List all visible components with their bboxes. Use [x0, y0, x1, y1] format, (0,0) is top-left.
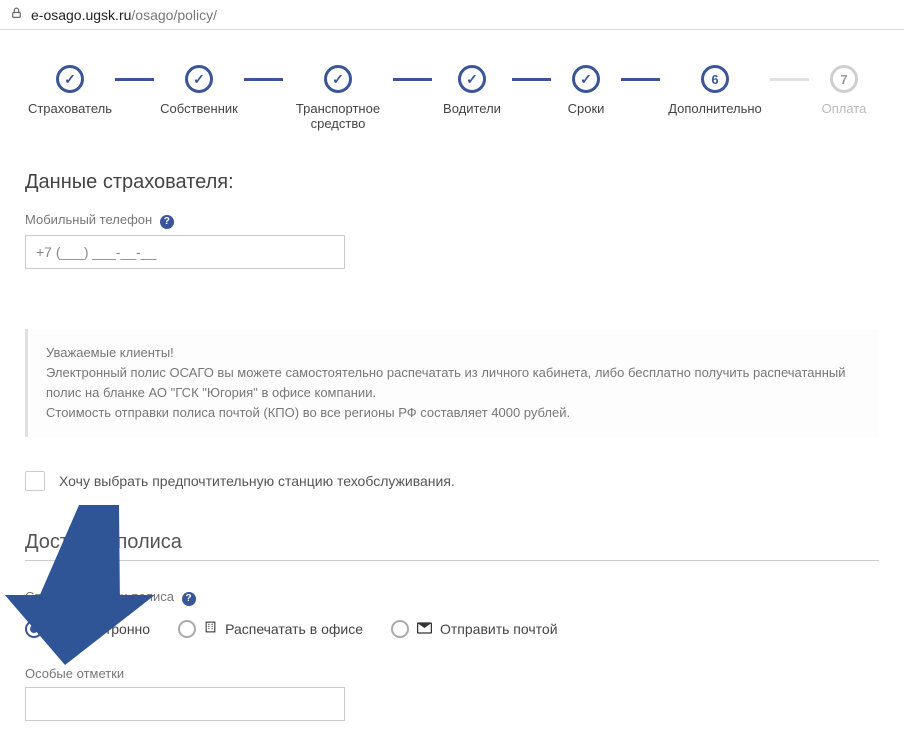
lock-icon [10, 6, 23, 23]
step-terms[interactable]: ✓ Сроки [551, 65, 621, 116]
envelope-icon [417, 621, 432, 637]
step-line [512, 78, 551, 81]
step-line [621, 78, 660, 81]
help-icon[interactable]: ? [160, 215, 174, 229]
step-drivers[interactable]: ✓ Водители [432, 65, 512, 116]
special-notes-label: Особые отметки [25, 666, 879, 681]
check-icon: ✓ [193, 71, 205, 88]
delivery-option-office[interactable]: Распечатать в офисе [178, 620, 363, 638]
check-icon: ✓ [466, 71, 478, 88]
step-line [770, 78, 809, 81]
check-icon: ✓ [332, 71, 344, 88]
special-notes-input[interactable] [25, 687, 345, 721]
pref-station-label: Хочу выбрать предпочтительную станцию те… [59, 473, 455, 489]
url-bar[interactable]: e-osago.ugsk.ru/osago/policy/ [0, 0, 904, 30]
step-line [115, 78, 154, 81]
url-host: e-osago.ugsk.ru [31, 7, 131, 23]
insurer-data-title: Данные страхователя: [25, 171, 879, 194]
delivery-option-electronic[interactable]: Электронно [25, 620, 150, 638]
building-icon [204, 620, 217, 637]
step-line [244, 78, 283, 81]
step-line [393, 78, 432, 81]
step-vehicle[interactable]: ✓ Транспортное средство [283, 65, 393, 131]
rss-icon [51, 620, 65, 637]
phone-label: Мобильный телефон ? [25, 212, 879, 229]
step-insurer[interactable]: ✓ Страхователь [25, 65, 115, 116]
stepper: ✓ Страхователь ✓ Собственник ✓ Транспорт… [25, 65, 879, 131]
delivery-method-label: Способ доставки полиса ? [25, 589, 879, 606]
pref-station-checkbox[interactable]: Хочу выбрать предпочтительную станцию те… [25, 471, 879, 491]
checkbox-box[interactable] [25, 471, 45, 491]
notice-greeting: Уважаемые клиенты! [46, 343, 861, 363]
notice-line2: Стоимость отправки полиса почтой (КПО) в… [46, 403, 861, 423]
step-payment: 7 Оплата [809, 65, 879, 116]
delivery-options: Электронно Распечатать в офисе Отправить… [25, 620, 879, 638]
step-additional[interactable]: 6 Дополнительно [660, 65, 770, 116]
notice-line1: Электронный полис ОСАГО вы можете самост… [46, 363, 861, 403]
delivery-title: Доставка полиса [25, 531, 879, 561]
check-icon: ✓ [580, 71, 592, 88]
step-owner[interactable]: ✓ Собственник [154, 65, 244, 116]
info-notice: Уважаемые клиенты! Электронный полис ОСА… [25, 329, 879, 438]
help-icon[interactable]: ? [182, 592, 196, 606]
check-icon: ✓ [64, 71, 76, 88]
url-path: /osago/policy/ [131, 7, 217, 23]
delivery-option-mail[interactable]: Отправить почтой [391, 620, 558, 638]
phone-input[interactable] [25, 235, 345, 269]
